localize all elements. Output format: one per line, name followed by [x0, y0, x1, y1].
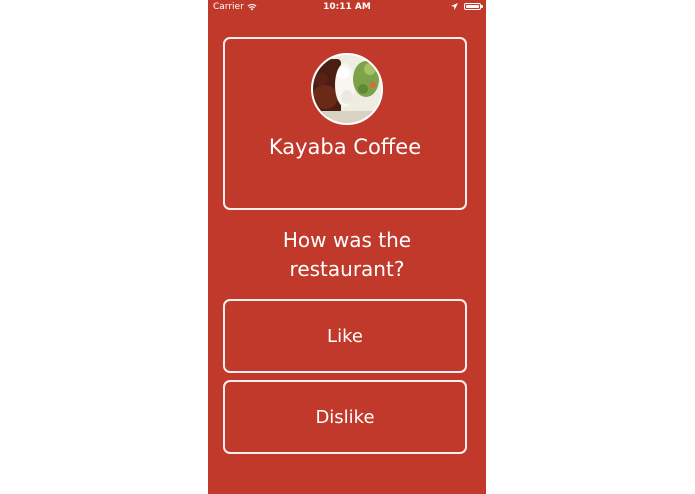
question-line-2: restaurant?	[289, 257, 405, 281]
battery-icon	[464, 3, 483, 10]
restaurant-photo	[311, 53, 383, 125]
status-indicators	[451, 3, 483, 10]
restaurant-name: Kayaba Coffee	[268, 135, 422, 159]
restaurant-card: Kayaba Coffee	[223, 37, 467, 210]
status-bar: Carrier 10:11 AM	[208, 0, 486, 16]
like-button[interactable]: Like	[223, 299, 467, 373]
question-line-1: How was the	[282, 228, 412, 252]
dislike-label: Dislike	[315, 406, 375, 428]
location-arrow-icon	[451, 3, 458, 10]
dislike-button[interactable]: Dislike	[223, 380, 467, 454]
app-screen: Carrier 10:11 AM Kayaba Coffee How was t…	[208, 0, 486, 494]
like-label: Like	[327, 325, 363, 347]
status-time: 10:11 AM	[323, 2, 371, 12]
rating-question: How was the restaurant?	[208, 226, 486, 284]
